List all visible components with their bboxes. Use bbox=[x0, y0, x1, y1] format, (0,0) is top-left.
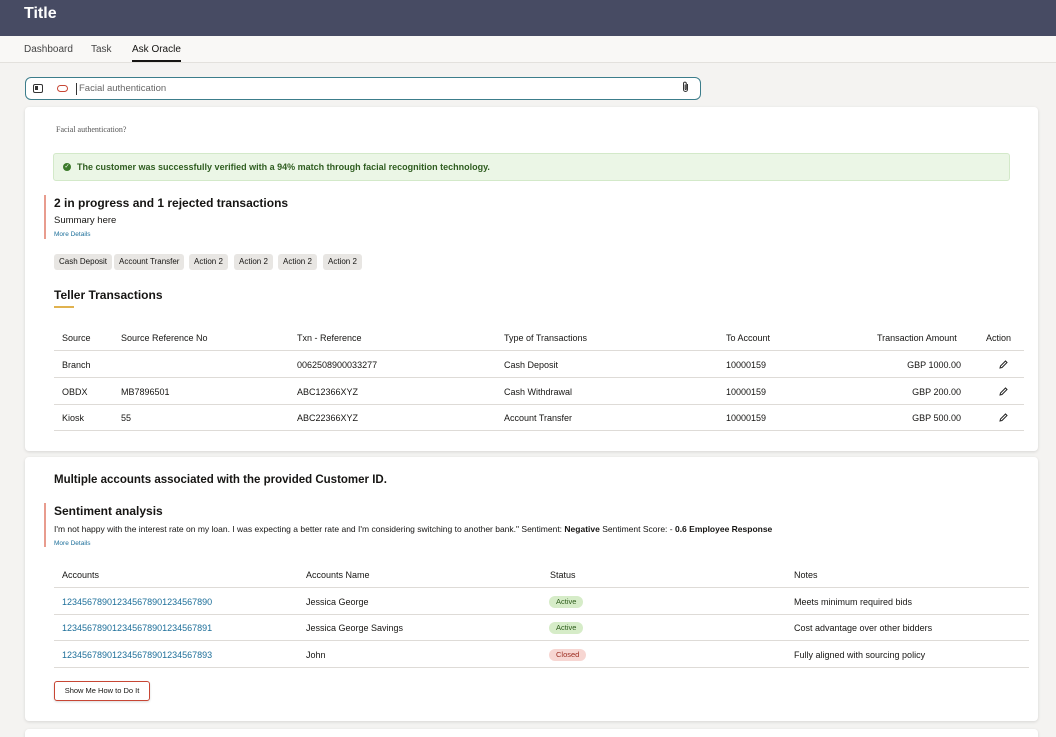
account-link[interactable]: 12345678901234567890123456789​1 bbox=[62, 623, 212, 633]
success-message: The customer was successfully verified w… bbox=[77, 162, 490, 172]
tab-ask-oracle[interactable]: Ask Oracle bbox=[132, 44, 181, 62]
attachment-icon[interactable] bbox=[681, 81, 690, 96]
table-cell: OBDX bbox=[62, 387, 88, 397]
show-me-how-button[interactable]: Show Me How to Do It bbox=[54, 681, 150, 701]
table-cell: 10000159 bbox=[726, 360, 767, 370]
column-header: Accounts Name bbox=[306, 570, 370, 580]
table-cell: Meets minimum required bids bbox=[794, 597, 913, 607]
column-header: Txn - Reference bbox=[297, 333, 362, 343]
table-cell: 10000159 bbox=[726, 387, 767, 397]
row-divider bbox=[54, 640, 1029, 641]
status-badge: Active bbox=[549, 622, 584, 634]
edit-pencil-icon[interactable] bbox=[998, 359, 1010, 371]
sentiment-text: I'm not happy with the interest rate on … bbox=[54, 524, 772, 534]
oracle-logo-icon bbox=[57, 85, 68, 92]
sentiment-value: Negative bbox=[564, 524, 600, 534]
action-chip-account-transfer[interactable]: Account Transfer bbox=[114, 254, 185, 270]
status-badge: Closed bbox=[549, 649, 587, 661]
edit-pencil-icon[interactable] bbox=[998, 412, 1010, 424]
table-cell: GBP 500.00 bbox=[912, 413, 961, 423]
column-header: To Account bbox=[726, 333, 771, 343]
row-divider bbox=[54, 377, 1024, 378]
teller-transactions-title: Teller Transactions bbox=[54, 288, 163, 302]
edit-pencil-icon[interactable] bbox=[998, 386, 1010, 398]
row-divider bbox=[54, 667, 1029, 668]
table-cell: Cash Withdrawal bbox=[504, 387, 573, 397]
action-chip-action-2[interactable]: Action 2 bbox=[189, 254, 228, 270]
column-header: Type of Transactions bbox=[504, 333, 588, 343]
table-cell: ABC12366XYZ bbox=[297, 387, 359, 397]
summary-heading: 2 in progress and 1 rejected transaction… bbox=[54, 196, 289, 210]
tab-dashboard[interactable]: Dashboard bbox=[24, 44, 73, 55]
account-link[interactable]: 12345678901234567890123456789​3 bbox=[62, 650, 212, 660]
table-cell: MB7896501 bbox=[121, 387, 170, 397]
app-header: Title bbox=[0, 0, 1056, 36]
table-cell: GBP 200.00 bbox=[912, 387, 961, 397]
sentiment-accent-bar bbox=[44, 503, 46, 547]
row-divider bbox=[54, 587, 1029, 588]
action-chip-cash-deposit[interactable]: Cash Deposit bbox=[54, 254, 113, 270]
summary-accent-bar bbox=[44, 195, 46, 239]
action-chip-action-2[interactable]: Action 2 bbox=[234, 254, 273, 270]
table-cell: Cost advantage over other bidders bbox=[794, 623, 933, 633]
success-banner: ✓ The customer was successfully verified… bbox=[53, 153, 1010, 181]
column-header: Accounts bbox=[62, 570, 100, 580]
action-chip-action-2[interactable]: Action 2 bbox=[278, 254, 317, 270]
sentiment-score-label: Sentiment Score: - bbox=[599, 524, 675, 534]
table-cell: Jessica George Savings bbox=[306, 623, 404, 633]
question-text: Facial authentication? bbox=[56, 125, 127, 134]
check-circle-icon: ✓ bbox=[63, 163, 71, 171]
column-header: Source Reference No bbox=[121, 333, 208, 343]
sentiment-heading: Sentiment analysis bbox=[54, 504, 163, 518]
sentiment-score-tail: 0.6 Employee Response bbox=[674, 524, 773, 534]
response-card-transactions: Facial authentication? ✓ The customer wa… bbox=[25, 107, 1038, 451]
sentiment-quote: I'm not happy with the interest rate on … bbox=[54, 524, 565, 534]
table-cell: Kiosk bbox=[62, 413, 85, 423]
action-chip-action-2[interactable]: Action 2 bbox=[323, 254, 362, 270]
row-divider bbox=[54, 404, 1024, 405]
table-cell: Branch bbox=[62, 360, 91, 370]
table-cell: 0062508900033277 bbox=[297, 360, 378, 370]
column-header: Status bbox=[550, 570, 576, 580]
row-divider bbox=[54, 430, 1024, 431]
title-underline bbox=[54, 306, 74, 308]
tab-task[interactable]: Task bbox=[91, 44, 112, 55]
table-cell: ABC22366XYZ bbox=[297, 413, 359, 423]
table-cell: 55 bbox=[121, 413, 132, 423]
column-header: Action bbox=[986, 333, 1012, 343]
column-header: Source bbox=[62, 333, 91, 343]
table-cell: Fully aligned with sourcing policy bbox=[794, 650, 926, 660]
search-bar[interactable]: Facial authentication bbox=[25, 77, 701, 100]
column-header: Transaction Amount bbox=[877, 333, 957, 343]
summary-text: Summary here bbox=[54, 215, 117, 226]
tab-bar: Dashboard Task Ask Oracle bbox=[0, 36, 1056, 63]
table-cell: Cash Deposit bbox=[504, 360, 559, 370]
sidebar-toggle-icon[interactable] bbox=[33, 84, 43, 93]
row-divider bbox=[54, 350, 1024, 351]
table-cell: Jessica George bbox=[306, 597, 369, 607]
table-cell: Account Transfer bbox=[504, 413, 573, 423]
response-card-accounts: Multiple accounts associated with the pr… bbox=[25, 457, 1038, 721]
search-input[interactable]: Facial authentication bbox=[79, 83, 166, 94]
more-details-link[interactable]: More Details bbox=[54, 540, 90, 547]
text-caret bbox=[76, 83, 77, 95]
table-cell: GBP 1000.00 bbox=[907, 360, 961, 370]
table-cell: 10000159 bbox=[726, 413, 767, 423]
table-cell: John bbox=[306, 650, 326, 660]
accounts-heading: Multiple accounts associated with the pr… bbox=[54, 474, 387, 486]
status-badge: Active bbox=[549, 596, 584, 608]
app-title: Title bbox=[24, 5, 57, 22]
account-link[interactable]: 1234567890123456789012345678​90 bbox=[62, 597, 212, 607]
column-header: Notes bbox=[794, 570, 818, 580]
row-divider bbox=[54, 614, 1029, 615]
response-card-next bbox=[25, 729, 1038, 737]
more-details-link[interactable]: More Details bbox=[54, 231, 90, 238]
